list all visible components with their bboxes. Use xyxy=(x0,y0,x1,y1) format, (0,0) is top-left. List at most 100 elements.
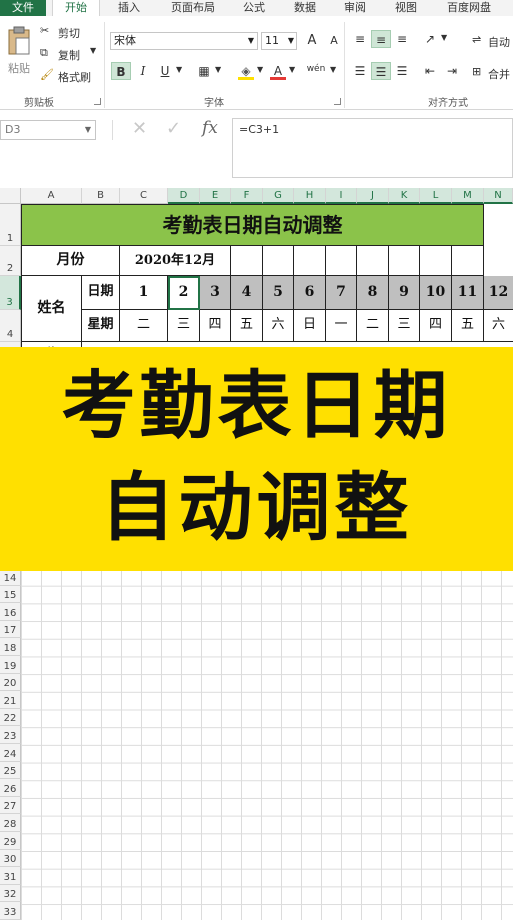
row-header-16[interactable]: 16 xyxy=(0,603,21,621)
column-header-a[interactable]: A xyxy=(21,188,82,204)
orientation-button[interactable]: ↗ xyxy=(420,30,440,48)
row-header-21[interactable]: 21 xyxy=(0,691,21,709)
row-header-30[interactable]: 30 xyxy=(0,849,21,868)
date-cell[interactable]: 6 xyxy=(294,276,326,310)
month-value-cell[interactable]: 2020年12月 xyxy=(120,246,231,276)
weekday-cell[interactable]: 六 xyxy=(263,310,294,342)
weekday-cell[interactable]: 六 xyxy=(484,310,513,342)
font-name-select[interactable]: 宋体 ▼ xyxy=(110,32,258,50)
weekday-cell[interactable]: 三 xyxy=(389,310,420,342)
tab-view[interactable]: 视图 xyxy=(384,0,428,16)
empty-cell[interactable] xyxy=(389,246,420,276)
date-cell[interactable]: 10 xyxy=(420,276,452,310)
empty-cell[interactable] xyxy=(326,246,357,276)
row-header-25[interactable]: 25 xyxy=(0,761,21,780)
column-header-m[interactable]: M xyxy=(452,188,484,204)
row-header-27[interactable]: 27 xyxy=(0,796,21,815)
chevron-down-icon[interactable]: ▼ xyxy=(330,65,336,74)
format-painter-button[interactable]: 🖌 格式刷 xyxy=(40,68,100,85)
date-cell[interactable]: 11 xyxy=(452,276,484,310)
italic-button[interactable]: I xyxy=(133,62,153,80)
grow-font-button[interactable]: A xyxy=(302,32,322,50)
empty-cell[interactable] xyxy=(294,246,326,276)
fill-color-button[interactable]: ◈ xyxy=(236,62,256,80)
chevron-down-icon[interactable]: ▼ xyxy=(257,65,263,74)
align-right-button[interactable]: ☰ xyxy=(392,62,412,80)
paste-button[interactable]: 粘贴 xyxy=(4,24,34,90)
row-header-31[interactable]: 31 xyxy=(0,867,21,885)
date-cell[interactable]: 1 xyxy=(120,276,168,310)
column-header-g[interactable]: G xyxy=(263,188,294,204)
chevron-down-icon[interactable]: ▼ xyxy=(441,33,447,42)
weekday-cell[interactable]: 五 xyxy=(231,310,263,342)
tab-data[interactable]: 数据 xyxy=(282,0,328,16)
column-header-j[interactable]: J xyxy=(357,188,389,204)
tab-formulas[interactable]: 公式 xyxy=(232,0,276,16)
select-all-corner[interactable] xyxy=(0,188,21,204)
weekday-cell[interactable]: 三 xyxy=(168,310,200,342)
tab-file[interactable]: 文件 xyxy=(0,0,46,16)
date-cell[interactable]: 3 xyxy=(200,276,231,310)
align-top-button[interactable]: ≡ xyxy=(350,30,370,48)
cancel-formula-icon[interactable]: ✕ xyxy=(132,118,147,139)
chevron-down-icon[interactable]: ▼ xyxy=(176,65,182,74)
row-header-3[interactable]: 3 xyxy=(0,276,21,310)
row-header-1[interactable]: 1 xyxy=(0,204,21,246)
column-header-i[interactable]: I xyxy=(326,188,357,204)
enter-formula-icon[interactable]: ✓ xyxy=(166,118,181,139)
row-header-23[interactable]: 23 xyxy=(0,726,21,744)
row-header-4[interactable]: 4 xyxy=(0,310,21,342)
row-header-17[interactable]: 17 xyxy=(0,620,21,639)
row-header-22[interactable]: 22 xyxy=(0,708,21,727)
tab-insert[interactable]: 插入 xyxy=(104,0,154,16)
font-size-select[interactable]: 11 ▼ xyxy=(261,32,297,50)
row-header-20[interactable]: 20 xyxy=(0,673,21,692)
align-center-button[interactable]: ☰ xyxy=(371,62,391,80)
align-middle-button[interactable]: ≡ xyxy=(371,30,391,48)
weekday-cell[interactable]: 日 xyxy=(294,310,326,342)
row-header-29[interactable]: 29 xyxy=(0,832,21,850)
formula-input[interactable]: =C3+1 xyxy=(232,118,513,178)
empty-cell[interactable] xyxy=(357,246,389,276)
align-bottom-button[interactable]: ≡ xyxy=(392,30,412,48)
decrease-indent-button[interactable]: ⇤ xyxy=(420,62,440,80)
weekday-cell[interactable]: 二 xyxy=(120,310,168,342)
date-cell-active[interactable]: 2 xyxy=(168,276,200,310)
weekday-cell[interactable]: 四 xyxy=(200,310,231,342)
bold-button[interactable]: B xyxy=(111,62,131,80)
month-label-cell[interactable]: 月份 xyxy=(21,246,120,276)
name-label-cell[interactable]: 姓名 xyxy=(21,276,82,342)
increase-indent-button[interactable]: ⇥ xyxy=(442,62,462,80)
row-header-24[interactable]: 24 xyxy=(0,744,21,762)
shrink-font-button[interactable]: A xyxy=(324,32,344,50)
align-left-button[interactable]: ☰ xyxy=(350,62,370,80)
empty-cell[interactable] xyxy=(231,246,263,276)
clipboard-dialog-launcher-icon[interactable] xyxy=(94,98,101,105)
date-cell[interactable]: 12 xyxy=(484,276,513,310)
merge-center-button[interactable]: ⊞ 合并 xyxy=(472,64,513,82)
column-header-l[interactable]: L xyxy=(420,188,452,204)
copy-button[interactable]: ⧉ 复制 ▼ xyxy=(40,46,100,63)
column-header-k[interactable]: K xyxy=(389,188,420,204)
borders-button[interactable]: ▦ xyxy=(194,62,214,80)
chevron-down-icon[interactable]: ▼ xyxy=(289,65,295,74)
sheet-title-cell[interactable]: 考勤表日期自动调整 xyxy=(21,204,484,246)
row-header-33[interactable]: 33 xyxy=(0,902,21,920)
tab-baidu-netdisk[interactable]: 百度网盘 xyxy=(434,0,504,16)
empty-grid-area[interactable] xyxy=(21,568,513,920)
chevron-down-icon[interactable]: ▼ xyxy=(215,65,221,74)
column-header-e[interactable]: E xyxy=(200,188,231,204)
name-box[interactable]: D3 ▼ xyxy=(0,120,96,140)
cut-button[interactable]: ✂ 剪切 xyxy=(40,24,100,41)
row-header-2[interactable]: 2 xyxy=(0,246,21,276)
row-header-28[interactable]: 28 xyxy=(0,814,21,832)
date-cell[interactable]: 8 xyxy=(357,276,389,310)
wrap-text-button[interactable]: ⇌ 自动 xyxy=(472,32,513,50)
tab-home[interactable]: 开始 xyxy=(52,0,100,16)
font-color-button[interactable]: A xyxy=(268,62,288,80)
column-header-d[interactable]: D xyxy=(168,188,200,204)
date-cell[interactable]: 9 xyxy=(389,276,420,310)
underline-button[interactable]: U xyxy=(155,62,175,80)
weekday-cell[interactable]: 四 xyxy=(420,310,452,342)
date-label-cell[interactable]: 日期 xyxy=(82,276,120,310)
